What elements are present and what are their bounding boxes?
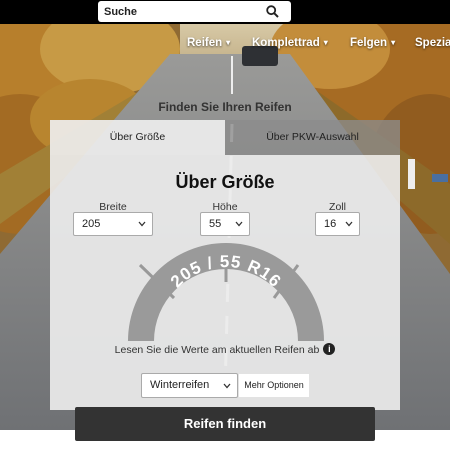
hint-row: Lesen Sie die Werte am aktuellen Reifen …: [50, 343, 400, 356]
chevron-down-icon: [223, 383, 231, 389]
nav-item-label: Spezia: [415, 37, 450, 49]
chevron-down-icon: [235, 221, 243, 227]
chevron-down-icon: [345, 221, 353, 227]
season-select[interactable]: Winterreifen: [141, 373, 238, 398]
search-input[interactable]: [98, 1, 264, 22]
top-bar: [0, 0, 450, 24]
nav-item-label: Komplettrad: [252, 37, 320, 49]
nav-item-komplettrad[interactable]: Komplettrad ▾: [252, 37, 328, 49]
hint-text: Lesen Sie die Werte am aktuellen Reifen …: [114, 344, 320, 356]
width-select[interactable]: 205: [73, 212, 153, 236]
chevron-down-icon: ▾: [226, 38, 231, 47]
nav-item-label: Reifen: [187, 37, 223, 49]
chevron-down-icon: ▾: [391, 38, 396, 47]
tab-by-vehicle[interactable]: Über PKW-Auswahl: [225, 120, 400, 155]
chevron-down-icon: ▾: [323, 38, 328, 47]
tire-sidewall-illustration: 205 / 55 R16: [128, 243, 324, 341]
nav-item-spezial[interactable]: Spezia: [415, 37, 450, 49]
tire-search-panel: Über Größe Über PKW-Auswahl Über Größe B…: [50, 120, 400, 441]
main-nav: Reifen ▾ Komplettrad ▾ Felgen ▾ Spezia: [0, 37, 450, 51]
height-select-value: 55: [209, 218, 222, 230]
page-headline: Finden Sie Ihren Reifen: [158, 100, 292, 114]
nav-item-label: Felgen: [350, 37, 388, 49]
info-icon[interactable]: i: [323, 343, 336, 356]
nav-item-reifen[interactable]: Reifen ▾: [187, 37, 230, 49]
rim-select[interactable]: 16: [315, 212, 360, 236]
height-select[interactable]: 55: [200, 212, 250, 236]
search-icon[interactable]: [266, 5, 279, 18]
width-select-value: 205: [82, 218, 101, 230]
find-tires-button[interactable]: Reifen finden: [75, 407, 375, 441]
search-box[interactable]: [98, 1, 291, 22]
tab-panel-size: Über Größe Breite Höhe Zoll 205 55 16 20…: [50, 155, 400, 441]
more-options-button[interactable]: Mehr Optionen: [239, 374, 309, 397]
tab-by-size[interactable]: Über Größe: [50, 120, 225, 155]
chevron-down-icon: [138, 221, 146, 227]
season-select-value: Winterreifen: [150, 379, 210, 391]
nav-item-felgen[interactable]: Felgen ▾: [350, 37, 395, 49]
rim-select-value: 16: [324, 218, 337, 230]
form-title: Über Größe: [175, 172, 275, 192]
